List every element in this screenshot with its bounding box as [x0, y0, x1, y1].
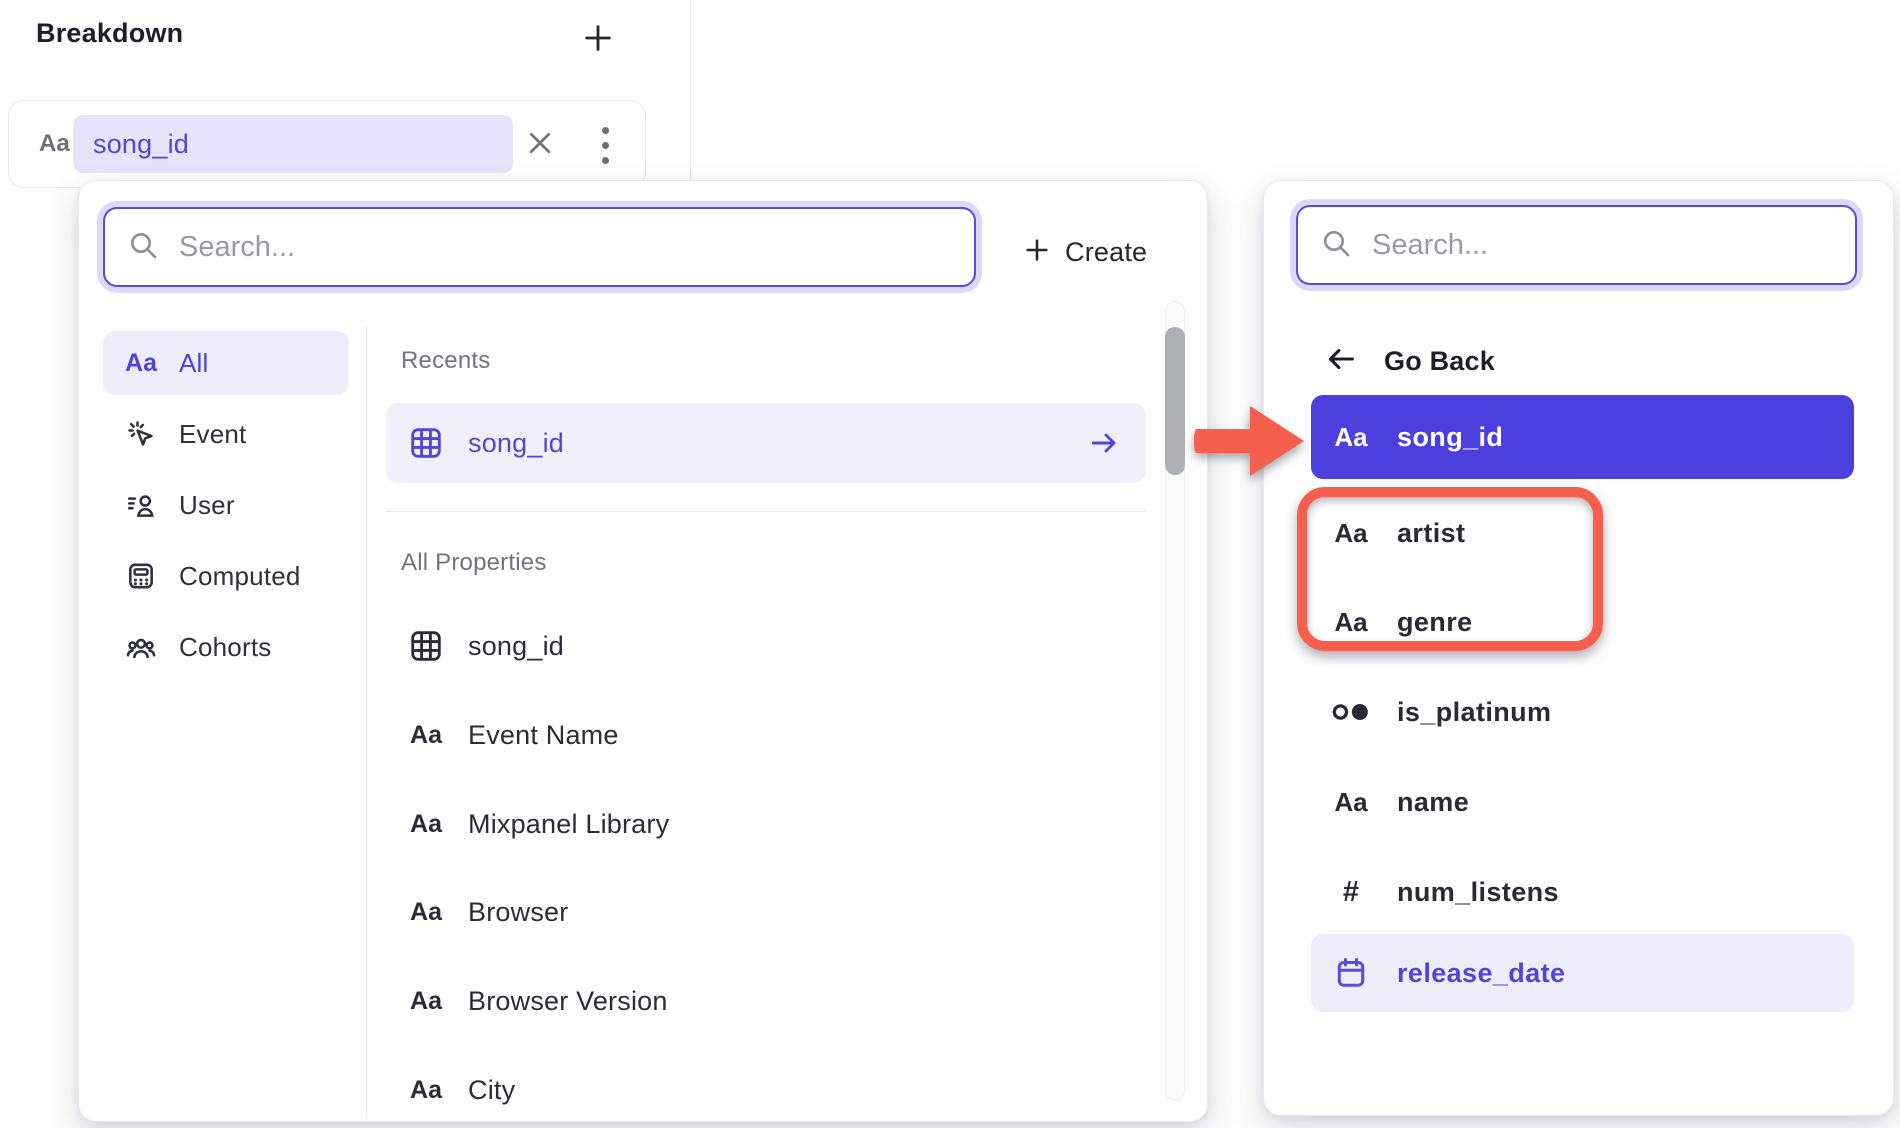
property-search[interactable]	[103, 207, 976, 287]
text-type-icon: Aa	[404, 1076, 448, 1105]
values-search[interactable]	[1296, 205, 1857, 285]
table-grid-icon	[404, 424, 448, 462]
value-label: num_listens	[1397, 877, 1559, 908]
search-icon	[1320, 227, 1352, 264]
plus-icon	[1023, 236, 1051, 269]
create-label: Create	[1065, 237, 1147, 268]
text-type-icon: Aa	[1329, 607, 1373, 638]
value-row-num-listens[interactable]: # num_listens	[1311, 861, 1854, 923]
table-grid-icon	[404, 627, 448, 665]
plus-icon	[581, 21, 615, 60]
recent-item-label: song_id	[468, 428, 564, 459]
add-breakdown-button[interactable]	[578, 20, 618, 60]
property-row-event-name[interactable]: Aa Event Name	[386, 704, 1146, 766]
drill-in-arrow-icon[interactable]	[1088, 427, 1120, 459]
property-label: Mixpanel Library	[468, 809, 669, 840]
property-type-icon: Aa	[39, 101, 70, 187]
people-group-icon	[123, 631, 159, 663]
go-back-label: Go Back	[1384, 346, 1495, 377]
sidebar-divider	[366, 326, 367, 1119]
property-label: Browser	[468, 897, 568, 928]
text-type-icon: Aa	[1329, 422, 1373, 453]
category-label: Cohorts	[179, 632, 271, 663]
boolean-circles-icon	[1329, 700, 1373, 724]
property-picker-panel: Create Aa All Event User Computed	[78, 180, 1208, 1122]
go-back-button[interactable]: Go Back	[1324, 337, 1495, 385]
text-type-icon: Aa	[1329, 787, 1373, 818]
text-type-icon: Aa	[404, 721, 448, 750]
category-label: Event	[179, 419, 247, 450]
text-type-icon: Aa	[1329, 518, 1373, 549]
calculator-icon	[123, 560, 159, 592]
property-row-city[interactable]: Aa City	[386, 1059, 1146, 1121]
text-type-icon: Aa	[404, 987, 448, 1016]
category-label: Computed	[179, 561, 301, 592]
close-icon	[525, 128, 555, 163]
arrow-left-icon	[1324, 342, 1358, 381]
page-title: Breakdown	[36, 18, 183, 49]
category-event[interactable]: Event	[103, 402, 349, 466]
property-row-browser-version[interactable]: Aa Browser Version	[386, 970, 1146, 1032]
scrollbar-thumb[interactable]	[1165, 327, 1185, 475]
category-user[interactable]: User	[103, 473, 349, 537]
cursor-click-icon	[123, 418, 159, 450]
breakdown-options-button[interactable]	[587, 124, 623, 166]
create-property-button[interactable]: Create	[1023, 229, 1147, 275]
panel-edge-divider	[690, 0, 691, 181]
text-type-icon: Aa	[404, 810, 448, 839]
user-profile-icon	[123, 489, 159, 521]
number-hash-icon: #	[1329, 876, 1373, 909]
property-values-panel: Go Back Aa song_id Aa artist Aa genre is…	[1263, 180, 1894, 1116]
value-label: is_platinum	[1397, 697, 1551, 728]
search-input[interactable]	[179, 231, 952, 264]
search-icon	[127, 229, 159, 266]
value-label: genre	[1397, 607, 1473, 638]
value-label: artist	[1397, 518, 1465, 549]
recents-header: Recents	[401, 347, 490, 375]
property-label: City	[468, 1075, 515, 1106]
category-computed[interactable]: Computed	[103, 544, 349, 608]
value-row-artist[interactable]: Aa artist	[1311, 502, 1854, 564]
property-label: Browser Version	[468, 986, 668, 1017]
value-row-is-platinum[interactable]: is_platinum	[1311, 681, 1854, 743]
list-divider	[386, 511, 1146, 512]
property-label: song_id	[468, 631, 564, 662]
property-row-mixpanel-library[interactable]: Aa Mixpanel Library	[386, 793, 1146, 855]
remove-breakdown-button[interactable]	[521, 126, 559, 164]
property-label: Event Name	[468, 720, 619, 751]
all-properties-header: All Properties	[401, 549, 547, 577]
breakdown-property-value[interactable]: song_id	[73, 115, 513, 173]
text-type-icon: Aa	[404, 898, 448, 927]
value-label: release_date	[1397, 958, 1565, 989]
category-cohorts[interactable]: Cohorts	[103, 615, 349, 679]
category-label: User	[179, 490, 235, 521]
property-row-song-id[interactable]: song_id	[386, 615, 1146, 677]
calendar-icon	[1329, 955, 1373, 991]
category-sidebar: Aa All Event User Computed Cohorts	[103, 331, 349, 686]
value-label: song_id	[1397, 422, 1503, 453]
property-row-browser[interactable]: Aa Browser	[386, 881, 1146, 943]
breakdown-property-chip: Aa song_id	[8, 100, 646, 188]
value-label: name	[1397, 787, 1469, 818]
value-row-name[interactable]: Aa name	[1311, 771, 1854, 833]
category-label: All	[179, 348, 209, 379]
search-input[interactable]	[1372, 229, 1833, 262]
value-row-song-id[interactable]: Aa song_id	[1311, 395, 1854, 479]
value-row-genre[interactable]: Aa genre	[1311, 591, 1854, 653]
recent-item-song-id[interactable]: song_id	[386, 403, 1146, 483]
text-type-icon: Aa	[123, 349, 159, 378]
value-row-release-date[interactable]: release_date	[1311, 934, 1854, 1012]
kebab-icon	[602, 127, 609, 134]
category-all[interactable]: Aa All	[103, 331, 349, 395]
